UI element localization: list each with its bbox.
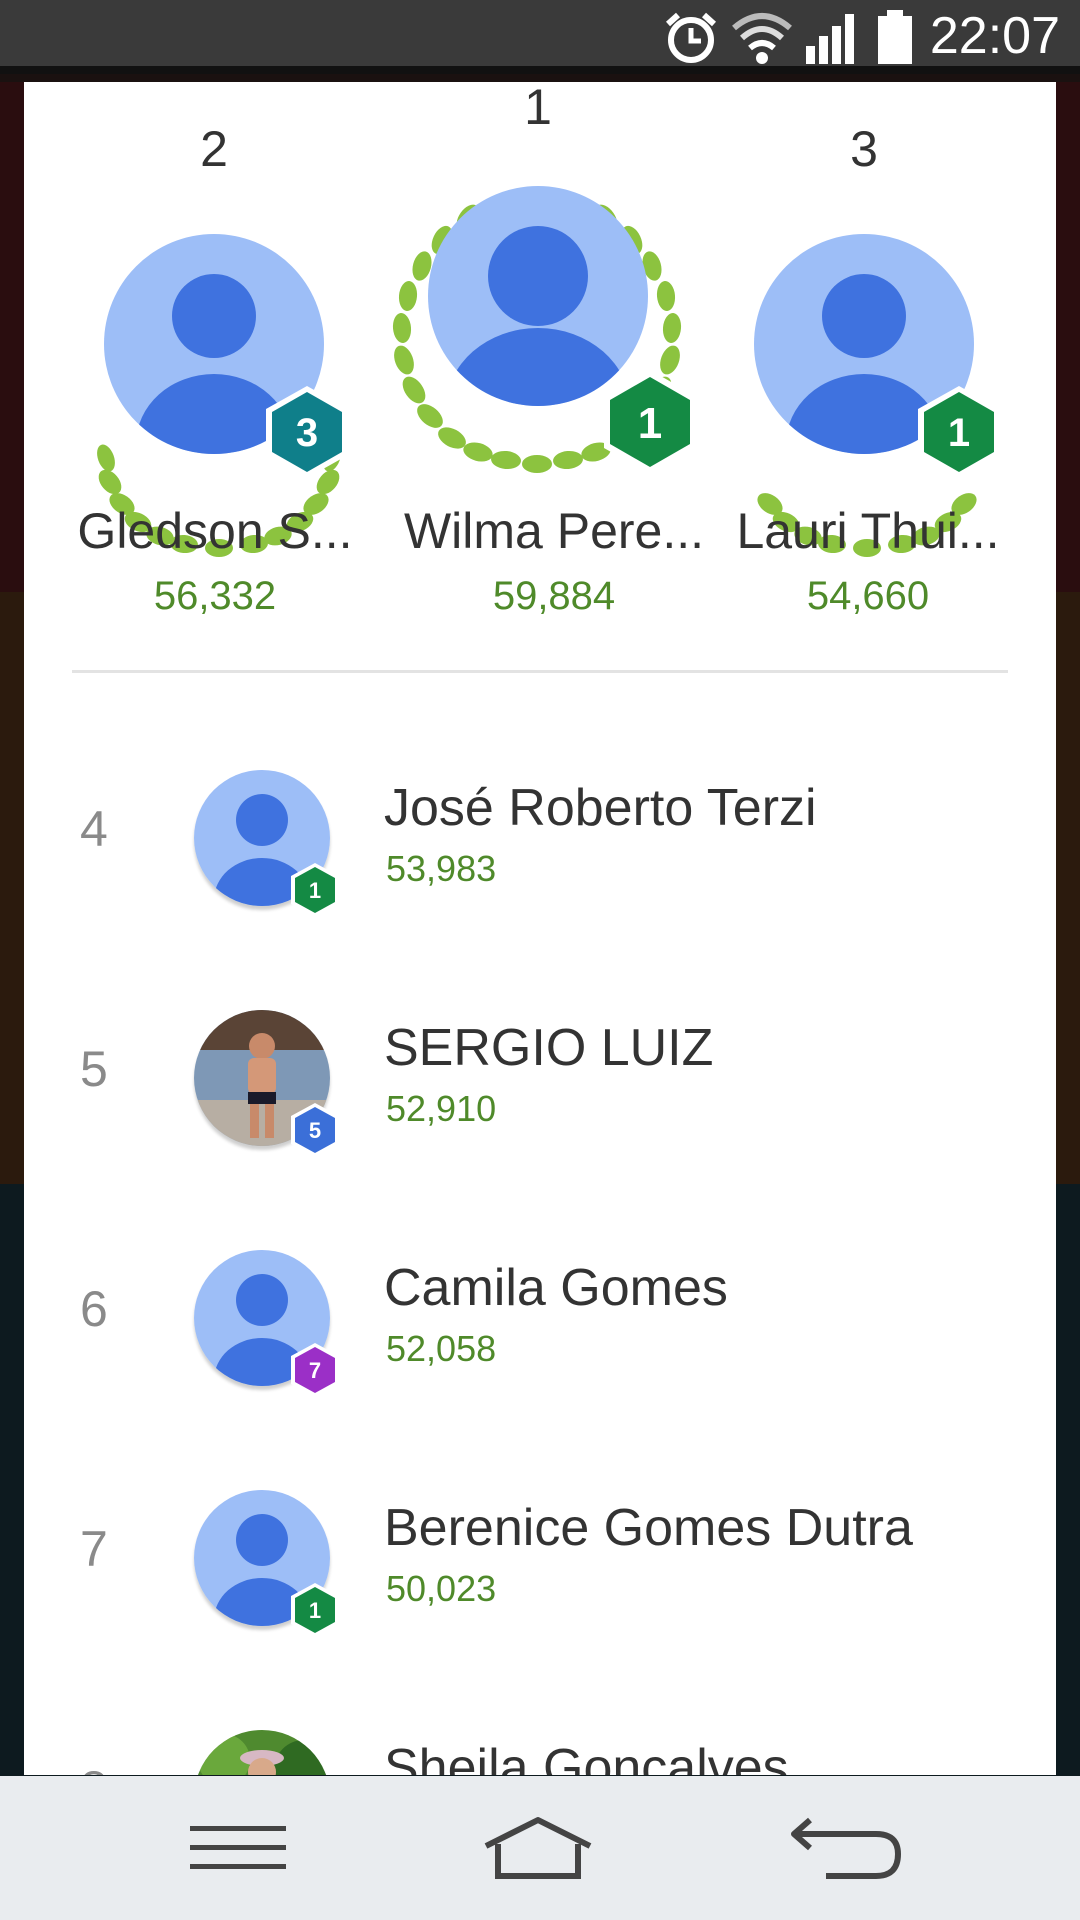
leaderboard-card: 2 3 Gledson S... 56,332 1 1 Wilma Pere..… (24, 82, 1056, 1775)
podium-name: Gledson S... (77, 503, 353, 559)
list-score: 50,023 (386, 1568, 497, 1609)
list-item[interactable]: 4 1 José Roberto Terzi 53,983 (24, 730, 1056, 970)
menu-icon[interactable] (178, 1812, 298, 1884)
level-badge-text: 7 (309, 1358, 321, 1383)
level-badge-text: 1 (309, 1598, 321, 1623)
level-badge: 1 (291, 1583, 339, 1637)
podium-score: 59,884 (492, 574, 616, 618)
list-item[interactable]: 6 7 Camila Gomes 52,058 (24, 1210, 1056, 1450)
level-badge: 5 (291, 1103, 339, 1157)
divider (72, 670, 1008, 673)
battery-icon (878, 10, 912, 64)
level-badge: 1 (291, 863, 339, 917)
list-score: 53,983 (386, 848, 497, 889)
list-item[interactable]: 5 5 SERGIO LUIZ 52,910 (24, 970, 1056, 1210)
podium-name: Wilma Pere... (403, 503, 705, 559)
level-badge-text: 1 (638, 399, 662, 448)
list-score: 52,910 (386, 1088, 497, 1129)
list-rank: 7 (80, 1521, 108, 1577)
podium-rank: 1 (524, 82, 552, 135)
wifi-icon (732, 13, 792, 64)
level-badge: 1 (604, 370, 696, 474)
podium-score: 54,660 (806, 574, 930, 618)
signal-icon (806, 14, 854, 64)
avatar (194, 1730, 330, 1775)
level-badge-text: 1 (948, 411, 970, 455)
level-badge-text: 1 (309, 878, 321, 903)
list-name: Sheila Gonçalves (384, 1739, 789, 1775)
clock: 22:07 (929, 7, 1060, 65)
photo-avatar-icon (194, 1730, 330, 1775)
list-name: SERGIO LUIZ (384, 1019, 714, 1077)
back-icon[interactable] (786, 1812, 906, 1884)
list-name: Camila Gomes (384, 1259, 728, 1317)
list-name: Berenice Gomes Dutra (384, 1499, 913, 1557)
podium-score: 56,332 (153, 574, 277, 618)
status-bar: 22:07 (0, 0, 1080, 74)
level-badge: 1 (918, 386, 1000, 478)
level-badge-text: 5 (309, 1118, 321, 1143)
list-name: José Roberto Terzi (384, 779, 817, 837)
list-item[interactable]: 8 Sheila Gonçalves (24, 1690, 1056, 1775)
list-item[interactable]: 7 1 Berenice Gomes Dutra 50,023 (24, 1450, 1056, 1690)
list-rank: 6 (80, 1281, 108, 1337)
level-badge: 3 (266, 386, 348, 478)
alarm-icon (665, 12, 717, 63)
level-badge-text: 3 (296, 411, 318, 455)
podium-rank: 3 (850, 121, 878, 177)
list-rank: 4 (80, 801, 108, 857)
list-rank: 8 (80, 1760, 108, 1775)
navigation-bar (0, 1776, 1080, 1920)
podium-name: Lauri Thui... (736, 503, 1000, 559)
list-rank: 5 (80, 1041, 108, 1097)
home-icon[interactable] (478, 1812, 598, 1884)
list-score: 52,058 (386, 1328, 497, 1369)
level-badge: 7 (291, 1343, 339, 1397)
podium-rank: 2 (200, 121, 228, 177)
